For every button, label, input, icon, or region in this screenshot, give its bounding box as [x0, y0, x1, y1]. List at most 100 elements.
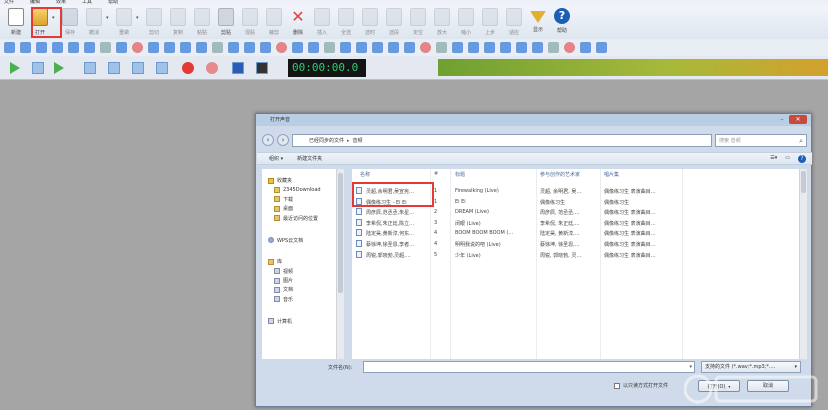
show-button[interactable]: 显示	[526, 5, 550, 39]
rewind-icon[interactable]	[84, 62, 96, 74]
mono-icon[interactable]	[564, 42, 575, 53]
address-bar[interactable]: 已经同步的文件 ▸ 音频	[292, 133, 712, 147]
file-row[interactable]: 李希侃,朱正廷,陈立… 3 闭眼 (Live) 李希侃, 朱正廷,… 偶像练习生 表演曲…	[352, 218, 792, 228]
fade-in-icon[interactable]	[84, 42, 95, 53]
col-artist[interactable]: 参与创作的艺术家	[540, 171, 580, 178]
crop-button[interactable]: 裁剪	[262, 5, 286, 39]
monitor-icon[interactable]	[232, 62, 244, 74]
zoomout-button[interactable]: 缩小	[454, 5, 478, 39]
zoomin-button[interactable]: 放大	[430, 5, 454, 39]
col-name[interactable]: 名称	[360, 171, 370, 178]
move-right-icon[interactable]	[388, 42, 399, 53]
device-icon[interactable]	[256, 62, 268, 74]
file-row[interactable]: 周锐,郭晓勃,灵超,… 5 少年 (Live) 周锐, 郭晓勃, 灵… 偶像练习生 表演…	[352, 250, 792, 260]
file-row[interactable]: 蔡徐坤,徐圣恩,李者… 4 明明我说的吧 (Live) 蔡徐坤, 徐圣恩,… 偶像练习生…	[352, 239, 792, 249]
play-selection-icon[interactable]	[32, 62, 44, 74]
cursor-button[interactable]: 定位	[406, 5, 430, 39]
invert-icon[interactable]	[196, 42, 207, 53]
nav-item[interactable]: 最近访问的位置	[262, 214, 336, 223]
nav-item[interactable]: 收藏夹	[262, 176, 336, 185]
stop-circle-icon[interactable]	[532, 42, 543, 53]
image-icon[interactable]	[468, 42, 479, 53]
copy-button[interactable]: 复制	[166, 5, 190, 39]
nav-item[interactable]: 图片	[262, 276, 336, 285]
delete-button[interactable]: ✕ 删除	[286, 5, 310, 39]
search-input[interactable]: 搜索 音频 ⌕	[715, 133, 807, 147]
nav-scroll-thumb[interactable]	[338, 173, 343, 293]
zoomprev-button[interactable]: 上步	[478, 5, 502, 39]
back-icon[interactable]: ‹	[262, 134, 274, 146]
breadcrumb-sync-folder[interactable]: 已经同步的文件	[309, 138, 344, 144]
nav-item[interactable]: WPS云文档	[262, 235, 336, 244]
compress-icon[interactable]	[148, 42, 159, 53]
undo-button[interactable]: 撤消	[82, 5, 106, 39]
file-scroll-thumb[interactable]	[801, 171, 806, 193]
loop-icon[interactable]	[436, 42, 447, 53]
new-button[interactable]: 新建	[4, 5, 28, 39]
forward-icon[interactable]: ›	[277, 134, 289, 146]
nav-item[interactable]: 库	[262, 257, 336, 266]
seldur-button[interactable]: 选段	[382, 5, 406, 39]
move-up-icon[interactable]	[404, 42, 415, 53]
col-number[interactable]: #	[434, 171, 438, 177]
nav-item[interactable]: 2345Download	[262, 185, 336, 194]
file-list-scrollbar[interactable]	[799, 169, 807, 359]
readonly-checkbox-row[interactable]: 以只读方式打开文件	[614, 382, 668, 389]
flanger-icon[interactable]	[292, 42, 303, 53]
view-options-icon[interactable]: ☰▾	[770, 155, 777, 163]
speed-icon[interactable]	[228, 42, 239, 53]
close-icon[interactable]: ✕	[789, 115, 807, 124]
fast-forward-icon[interactable]	[108, 62, 120, 74]
nav-scrollbar[interactable]	[336, 169, 344, 359]
expand-icon[interactable]	[164, 42, 175, 53]
record-icon[interactable]	[182, 62, 194, 74]
arrows-icon[interactable]	[4, 42, 15, 53]
cursor-icon[interactable]	[116, 42, 127, 53]
stereo-icon[interactable]	[548, 42, 559, 53]
normalize-icon[interactable]	[132, 42, 143, 53]
refresh-icon[interactable]	[68, 42, 79, 53]
redo-button[interactable]: 重做	[112, 5, 136, 39]
preview-pane-icon[interactable]: ▭	[785, 155, 790, 163]
breadcrumb-audio[interactable]: 音频	[353, 138, 363, 144]
dial-icon[interactable]	[580, 42, 591, 53]
reverb-icon[interactable]	[260, 42, 271, 53]
filename-input[interactable]: ▾	[363, 361, 695, 373]
wave-icon[interactable]	[36, 42, 47, 53]
clipboard-button[interactable]: 剪贴	[214, 5, 238, 39]
cut-button[interactable]: 剪切	[142, 5, 166, 39]
equalizer-icon[interactable]	[20, 42, 31, 53]
pause-icon[interactable]	[132, 62, 144, 74]
minimize-icon[interactable]: –	[777, 115, 787, 124]
nav-item[interactable]: 计算机	[262, 316, 336, 325]
chorus-icon[interactable]	[276, 42, 287, 53]
insert-button[interactable]: 插入	[310, 5, 334, 39]
mute-icon[interactable]	[516, 42, 527, 53]
col-album[interactable]: 唱片集	[604, 171, 619, 178]
nav-item[interactable]: 下载	[262, 195, 336, 204]
circle-icon[interactable]	[52, 42, 63, 53]
reverse-icon[interactable]	[180, 42, 191, 53]
volume-down-icon[interactable]	[500, 42, 511, 53]
help-icon[interactable]: ?	[798, 154, 806, 163]
marker-icon[interactable]	[356, 42, 367, 53]
mix-button[interactable]: 混贴	[238, 5, 262, 39]
organize-button[interactable]: 组织 ▾	[269, 155, 283, 162]
new-folder-button[interactable]: 新建文件夹	[297, 155, 322, 162]
stop-icon[interactable]	[156, 62, 168, 74]
pitch-icon[interactable]	[212, 42, 223, 53]
readonly-checkbox[interactable]	[614, 382, 620, 389]
file-row[interactable]: 陆定昊,黄新淳,何东… 4 BOOM BOOM BOOM (… 陆定昊, 黄新淳,… 偶…	[352, 228, 792, 238]
play-icon[interactable]	[10, 62, 20, 74]
chevron-down-icon[interactable]: ▾	[689, 364, 692, 370]
zoomfit-button[interactable]: 适应	[502, 5, 526, 39]
fade-out-icon[interactable]	[100, 42, 111, 53]
help-button[interactable]: ? 帮助	[550, 5, 574, 39]
col-title[interactable]: 标题	[455, 171, 465, 178]
record-cut-icon[interactable]	[452, 42, 463, 53]
move-down-icon[interactable]	[420, 42, 431, 53]
silence-icon[interactable]	[340, 42, 351, 53]
echo-icon[interactable]	[244, 42, 255, 53]
nav-item[interactable]: 桌面	[262, 204, 336, 213]
move-left-icon[interactable]	[372, 42, 383, 53]
